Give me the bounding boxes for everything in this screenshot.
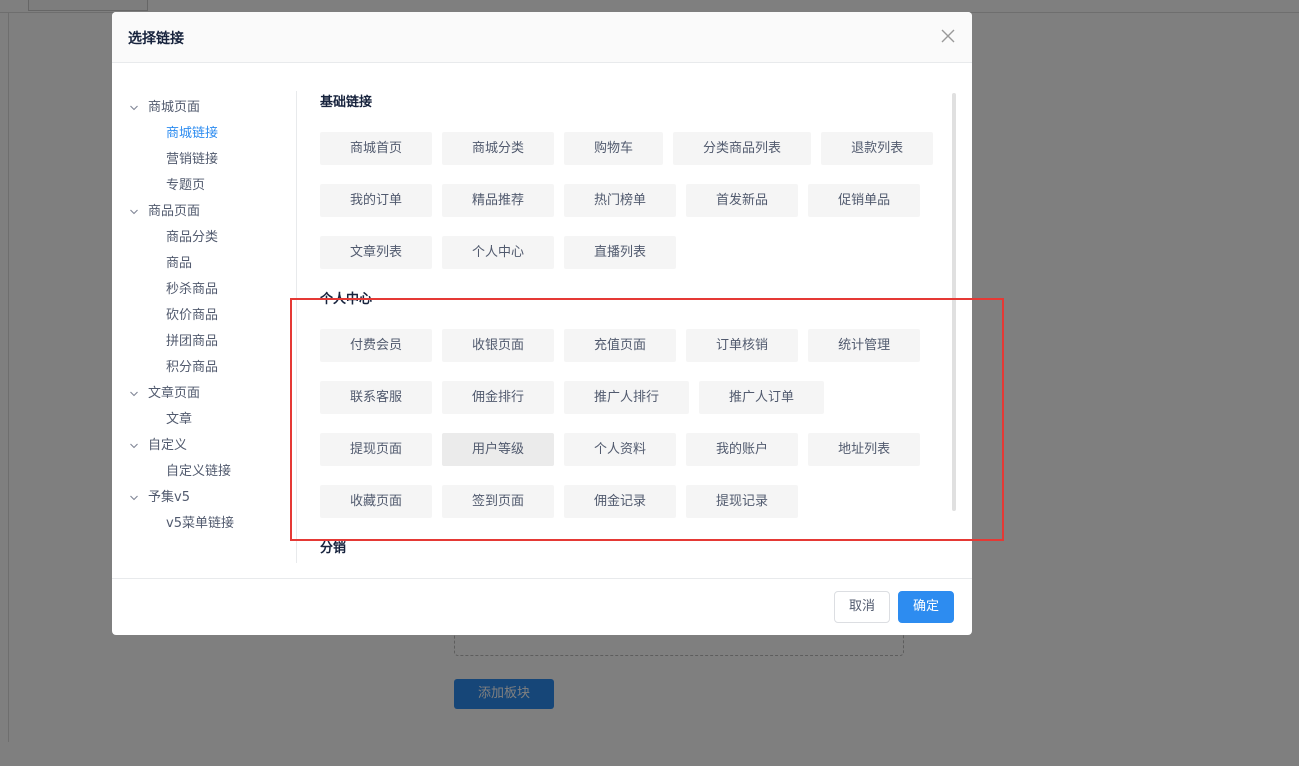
link-option-button[interactable]: 我的订单 bbox=[320, 184, 433, 217]
tree-child-item[interactable]: 营销链接 bbox=[126, 147, 286, 173]
tree-child-item[interactable]: 积分商品 bbox=[126, 355, 286, 381]
link-option-button[interactable]: 直播列表 bbox=[564, 236, 677, 269]
link-option-button[interactable]: 分类商品列表 bbox=[673, 132, 812, 165]
tree-parent-item[interactable]: 商品页面 bbox=[126, 199, 286, 225]
tree-child-item[interactable]: 专题页 bbox=[126, 173, 286, 199]
tree-parent-label: 文章页面 bbox=[148, 386, 201, 401]
link-category-tree: 商城页面商城链接 营销链接 专题页商品页面商品分类 商品 秒杀商品 砍价商品 拼团商品 积分商… bbox=[126, 95, 286, 537]
link-option-button[interactable]: 首发新品 bbox=[686, 184, 799, 217]
tree-child-item[interactable]: 商品 bbox=[126, 251, 286, 277]
link-option-button[interactable]: 商城分类 bbox=[442, 132, 555, 165]
link-option-button[interactable]: 商城首页 bbox=[320, 132, 433, 165]
highlight-annotation-box bbox=[290, 298, 1004, 541]
chevron-down-icon[interactable] bbox=[130, 494, 138, 502]
tree-parent-item[interactable]: 文章页面 bbox=[126, 381, 286, 407]
tree-parent-item[interactable]: 予集v5 bbox=[126, 485, 286, 511]
link-option-button[interactable]: 精品推荐 bbox=[442, 184, 555, 217]
tree-child-item[interactable]: 砍价商品 bbox=[126, 303, 286, 329]
tree-parent-item[interactable]: 商城页面 bbox=[126, 95, 286, 121]
section-title: 分销 bbox=[320, 541, 347, 556]
link-option-button[interactable]: 文章列表 bbox=[320, 236, 433, 269]
close-icon[interactable] bbox=[938, 26, 958, 46]
tree-parent-label: 商城页面 bbox=[148, 100, 201, 115]
tree-parent-item[interactable]: 自定义 bbox=[126, 433, 286, 459]
link-option-button[interactable]: 促销单品 bbox=[808, 184, 921, 217]
tree-parent-label: 商品页面 bbox=[148, 204, 201, 219]
link-option-button[interactable]: 购物车 bbox=[564, 132, 664, 165]
modal-footer: 取消 确定 bbox=[112, 578, 972, 635]
chevron-down-icon[interactable] bbox=[130, 104, 138, 112]
cancel-button[interactable]: 取消 bbox=[834, 591, 890, 623]
tree-parent-label: 自定义 bbox=[148, 438, 188, 453]
link-option-button[interactable]: 退款列表 bbox=[821, 132, 934, 165]
tree-parent-label: 予集v5 bbox=[148, 490, 190, 505]
tree-child-item[interactable]: 商城链接 bbox=[126, 121, 286, 147]
chevron-down-icon[interactable] bbox=[130, 442, 138, 450]
tree-child-item[interactable]: 商品分类 bbox=[126, 225, 286, 251]
modal-title: 选择链接 bbox=[128, 31, 184, 47]
section-title: 基础链接 bbox=[320, 95, 373, 110]
link-button-group: 商城首页 商城分类 购物车 分类商品列表 退款列表我的订单 精品推荐 热门榜单 首发新品 促销单… bbox=[320, 132, 950, 288]
chevron-down-icon[interactable] bbox=[130, 390, 138, 398]
confirm-button[interactable]: 确定 bbox=[898, 591, 954, 623]
tree-child-item[interactable]: 拼团商品 bbox=[126, 329, 286, 355]
tree-child-item[interactable]: 文章 bbox=[126, 407, 286, 433]
tree-child-item[interactable]: 秒杀商品 bbox=[126, 277, 286, 303]
link-option-button[interactable]: 热门榜单 bbox=[564, 184, 677, 217]
modal-header: 选择链接 bbox=[112, 12, 972, 63]
tree-child-item[interactable]: 自定义链接 bbox=[126, 459, 286, 485]
chevron-down-icon[interactable] bbox=[130, 208, 138, 216]
tree-child-item[interactable]: v5菜单链接 bbox=[126, 511, 286, 537]
link-option-button[interactable]: 个人中心 bbox=[442, 236, 555, 269]
